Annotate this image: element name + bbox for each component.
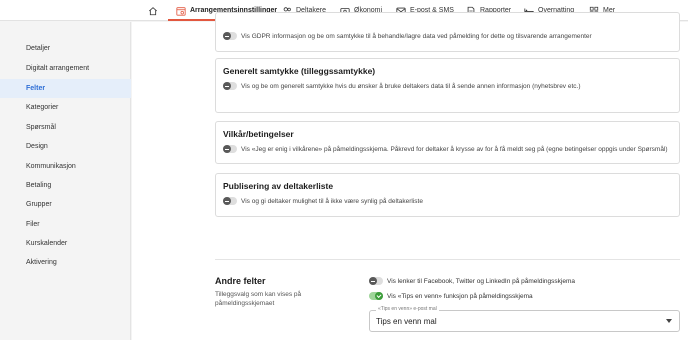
publish-title: Publisering av deltakerliste: [223, 181, 334, 191]
home-icon: [148, 6, 158, 15]
other-fields-title: Andre felter: [215, 276, 266, 286]
select-value: Tips en venn mal: [376, 317, 437, 326]
tips-friend-toggle[interactable]: [369, 292, 383, 300]
terms-toggle[interactable]: [223, 145, 237, 153]
select-label: «Tips en venn» e-post mal: [376, 306, 439, 312]
social-links-toggle-row[interactable]: Vis lenker til Facebook, Twitter og Link…: [369, 277, 575, 285]
gdpr-card: Vis GDPR informasjon og be om samtykke t…: [215, 12, 680, 52]
tips-friend-toggle-row[interactable]: Vis «Tips en venn» funksjon på påmelding…: [369, 292, 533, 300]
sidebar-item-grupper[interactable]: Grupper: [0, 195, 131, 214]
nav-home[interactable]: [148, 0, 162, 21]
sidebar-item-aktivering[interactable]: Aktivering: [0, 253, 131, 272]
gdpr-toggle-row[interactable]: Vis GDPR informasjon og be om samtykke t…: [223, 32, 592, 40]
social-links-toggle[interactable]: [369, 277, 383, 285]
gdpr-toggle[interactable]: [223, 32, 237, 40]
sidebar-item-filer[interactable]: Filer: [0, 215, 131, 234]
sidebar-item-kurskalender[interactable]: Kurskalender: [0, 234, 131, 253]
calendar-gear-icon: [176, 6, 186, 16]
social-links-toggle-label: Vis lenker til Facebook, Twitter og Link…: [387, 277, 575, 285]
consent-toggle-row[interactable]: Vis og be om generelt samtykke hvis du ø…: [223, 82, 581, 90]
sidebar-item-betaling[interactable]: Betaling: [0, 176, 131, 195]
tips-friend-toggle-label: Vis «Tips en venn» funksjon på påmelding…: [387, 292, 533, 300]
sidebar-item-sporsmal[interactable]: Spørsmål: [0, 118, 131, 137]
publish-toggle-row[interactable]: Vis og gi deltaker mulighet til å ikke v…: [223, 197, 423, 205]
other-fields-description: Tilleggsvalg som kan vises på påmeldings…: [215, 291, 302, 307]
section-divider: [215, 259, 680, 260]
settings-sidebar: Detaljer Digitalt arrangement Felter Kat…: [0, 22, 131, 340]
sidebar-item-kategorier[interactable]: Kategorier: [0, 98, 131, 117]
main-content: Vis GDPR informasjon og be om samtykke t…: [132, 12, 688, 340]
consent-card: Generelt samtykke (tilleggssamtykke) Vis…: [215, 58, 680, 113]
gdpr-toggle-label: Vis GDPR informasjon og be om samtykke t…: [241, 32, 592, 40]
consent-toggle-label: Vis og be om generelt samtykke hvis du ø…: [241, 82, 581, 90]
publish-toggle[interactable]: [223, 197, 237, 205]
terms-toggle-label: Vis «Jeg er enig i vilkårene» på påmeldi…: [241, 145, 668, 153]
publish-card: Publisering av deltakerliste Vis og gi d…: [215, 173, 680, 217]
consent-toggle[interactable]: [223, 82, 237, 90]
tips-friend-template-select[interactable]: «Tips en venn» e-post mal Tips en venn m…: [369, 306, 680, 332]
consent-title: Generelt samtykke (tilleggssamtykke): [223, 66, 376, 76]
sidebar-item-digitalt-arrangement[interactable]: Digitalt arrangement: [0, 59, 131, 78]
sidebar-item-design[interactable]: Design: [0, 137, 131, 156]
sidebar-item-felter[interactable]: Felter: [0, 79, 131, 98]
sidebar-item-detaljer[interactable]: Detaljer: [0, 39, 131, 58]
terms-title: Vilkår/betingelser: [223, 129, 294, 139]
sidebar-item-kommunikasjon[interactable]: Kommunikasjon: [0, 157, 131, 176]
chevron-down-icon[interactable]: [666, 319, 672, 323]
publish-toggle-label: Vis og gi deltaker mulighet til å ikke v…: [241, 197, 423, 205]
terms-card: Vilkår/betingelser Vis «Jeg er enig i vi…: [215, 121, 680, 164]
terms-toggle-row[interactable]: Vis «Jeg er enig i vilkårene» på påmeldi…: [223, 145, 668, 153]
